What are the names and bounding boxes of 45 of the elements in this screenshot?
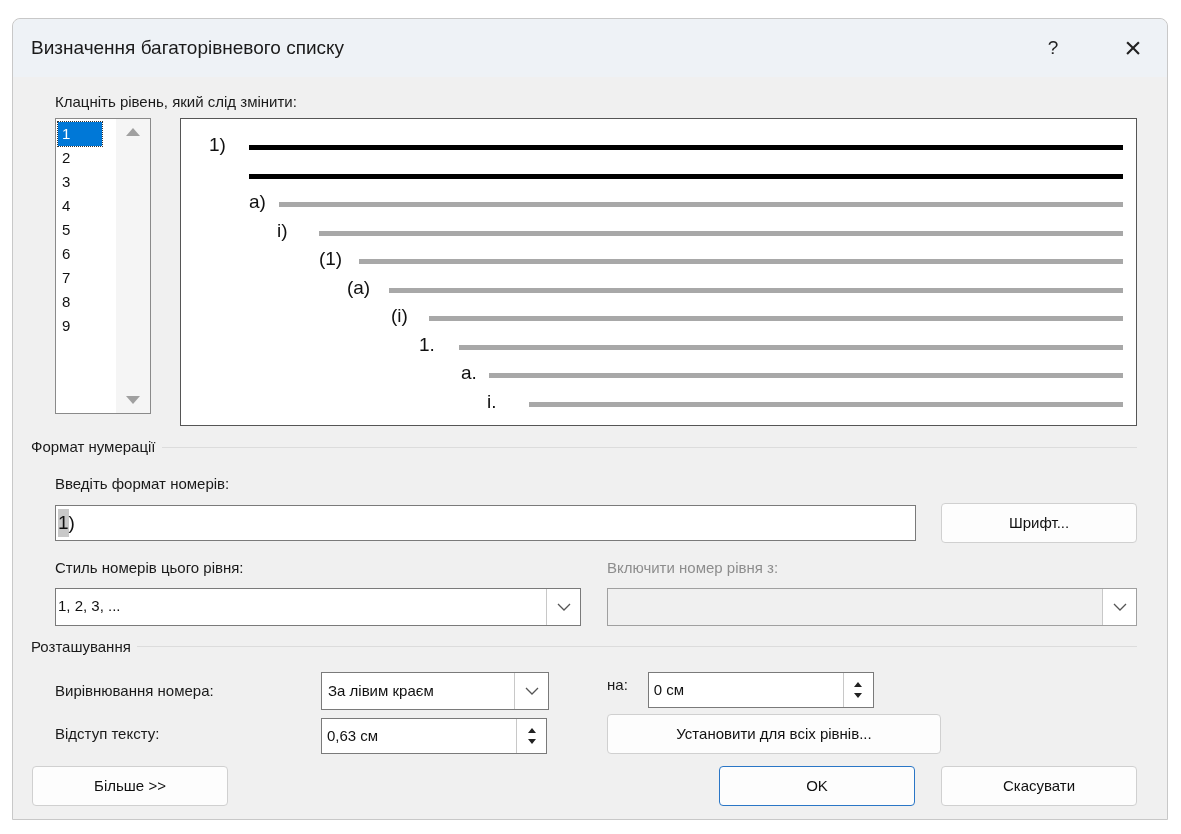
scroll-up-icon[interactable] <box>124 127 141 137</box>
level-item[interactable]: 5 <box>58 218 102 242</box>
level-item[interactable]: 2 <box>58 146 102 170</box>
include-level-dropdown[interactable] <box>607 587 1137 626</box>
level-number: i) <box>276 218 288 243</box>
field-label: Відступ тексту: <box>55 723 161 744</box>
level-number: 1. <box>418 332 435 357</box>
field-label: Вирівнювання номера: <box>55 681 215 701</box>
level-number: 1) <box>208 133 226 157</box>
level-number: (1) <box>318 247 343 271</box>
caret-icon[interactable] <box>1102 588 1136 625</box>
field-label: Введіть формат номерів: <box>55 473 231 494</box>
window-title: Визначення багаторівневого списку <box>31 35 346 60</box>
field-label: на: <box>607 674 628 695</box>
level-item[interactable]: 9 <box>58 314 102 338</box>
level-number: a) <box>248 190 266 214</box>
dialog-button[interactable]: Скасувати <box>941 766 1137 806</box>
level-item[interactable]: 8 <box>58 290 102 314</box>
section-heading: Формат нумерації <box>31 437 156 457</box>
level-item[interactable]: 1 <box>58 122 102 146</box>
dialog-button[interactable]: Більше >> <box>32 766 228 806</box>
section-heading: Розташування <box>31 636 131 657</box>
field-label: Включити номер рівня з: <box>607 558 780 578</box>
level-list-label: Клацніть рівень, який слід змінити: <box>55 92 298 111</box>
field-label: Стиль номерів цього рівня: <box>55 558 245 578</box>
help-button[interactable]: ? <box>1033 30 1073 66</box>
close-button[interactable]: × <box>1113 30 1153 66</box>
level-item[interactable]: 7 <box>58 266 102 290</box>
alignment-dropdown[interactable]: За лівим краєм <box>321 672 549 710</box>
scroll-down-icon[interactable] <box>124 395 141 405</box>
level-number: i. <box>486 389 497 414</box>
level-number: (i) <box>390 304 408 328</box>
position-spinner[interactable]: 0 см <box>647 672 874 708</box>
indent-spinner[interactable]: 0,63 см <box>321 718 547 754</box>
level-item[interactable]: 4 <box>58 194 102 218</box>
level-item[interactable]: 3 <box>58 170 102 194</box>
font-button[interactable]: Шрифт... <box>941 503 1137 543</box>
level-listbox[interactable]: 1 2 3 4 5 6 7 8 9 <box>55 118 151 414</box>
level-item[interactable]: 6 <box>58 242 102 266</box>
number-format-field[interactable]: 1) <box>55 505 917 541</box>
level-number: a. <box>460 361 477 385</box>
ok-button[interactable]: OK <box>719 766 915 806</box>
level-number: (a) <box>346 275 371 300</box>
set-all-levels-button[interactable]: Установити для всіх рівнів... <box>607 714 941 754</box>
number-style-dropdown[interactable]: 1, 2, 3, ... <box>55 587 581 626</box>
